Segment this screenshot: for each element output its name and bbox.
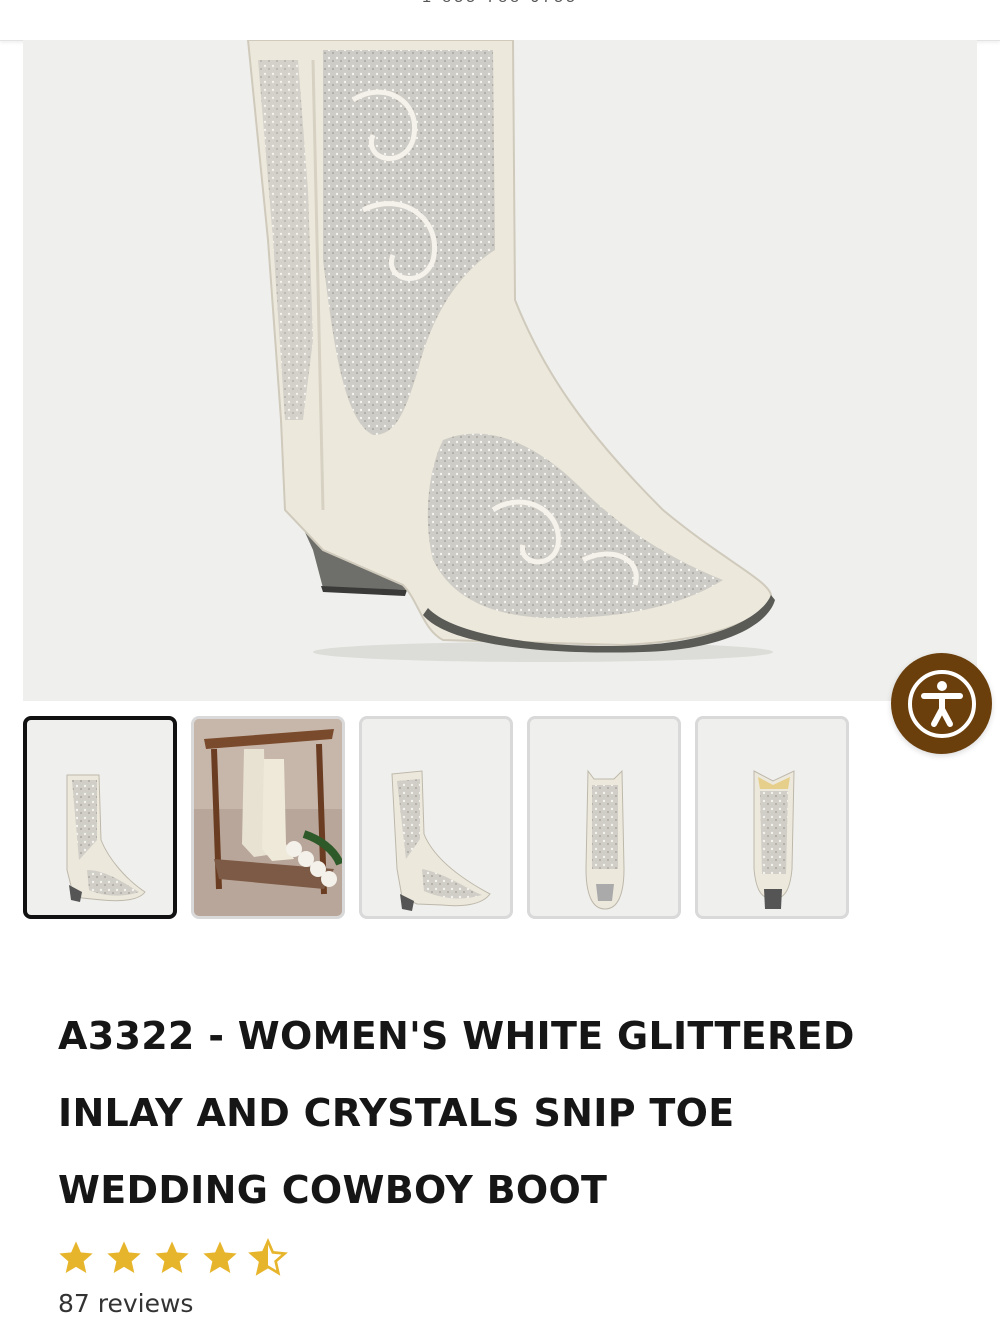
thumbnail-boot-side-angle xyxy=(66,774,146,902)
accessibility-person-icon xyxy=(907,669,976,738)
thumbnail-1[interactable] xyxy=(23,716,177,919)
product-main-image[interactable] xyxy=(23,40,977,701)
thumbnail-3[interactable] xyxy=(359,716,513,919)
thumbnail-gallery xyxy=(23,716,863,924)
star-full-icon xyxy=(203,1241,237,1273)
thumbnail-4[interactable] xyxy=(527,716,681,919)
top-bar: 1-855-788-0755 xyxy=(0,0,1000,41)
rating-stars[interactable] xyxy=(56,1238,288,1278)
thumbnail-5[interactable] xyxy=(695,716,849,919)
thumbnail-boot-back xyxy=(753,770,795,909)
thumbnail-boot-front xyxy=(585,769,625,910)
star-full-icon xyxy=(155,1241,189,1273)
star-full-icon xyxy=(107,1241,141,1273)
header-phone[interactable]: 1-855-788-0755 xyxy=(0,0,1000,7)
star-half-icon xyxy=(248,1238,288,1276)
boot-illustration xyxy=(246,40,775,662)
thumbnail-lifestyle-chair xyxy=(194,719,342,916)
thumbnail-2[interactable] xyxy=(191,716,345,919)
thumbnail-boot-side xyxy=(391,770,491,911)
accessibility-button[interactable] xyxy=(891,653,992,754)
product-title: A3322 - WOMEN'S WHITE GLITTERED INLAY AN… xyxy=(58,1014,855,1212)
reviews-count-link[interactable]: 87 reviews xyxy=(58,1289,193,1318)
star-full-icon xyxy=(59,1241,93,1273)
